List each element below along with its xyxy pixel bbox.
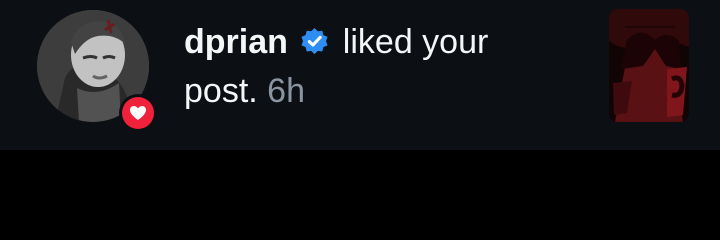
like-notification[interactable]: dprian liked your post. 6h — [0, 0, 720, 150]
username-link[interactable]: dprian — [184, 23, 288, 61]
notification-text: dprian liked your post. 6h — [184, 18, 564, 116]
verified-check-icon — [300, 21, 329, 55]
timestamp: 6h — [267, 72, 305, 110]
heart-icon — [122, 97, 154, 129]
heart-badge — [119, 94, 157, 132]
avatar-container[interactable] — [37, 10, 157, 132]
post-thumbnail[interactable] — [609, 9, 689, 122]
post-image — [609, 9, 689, 122]
